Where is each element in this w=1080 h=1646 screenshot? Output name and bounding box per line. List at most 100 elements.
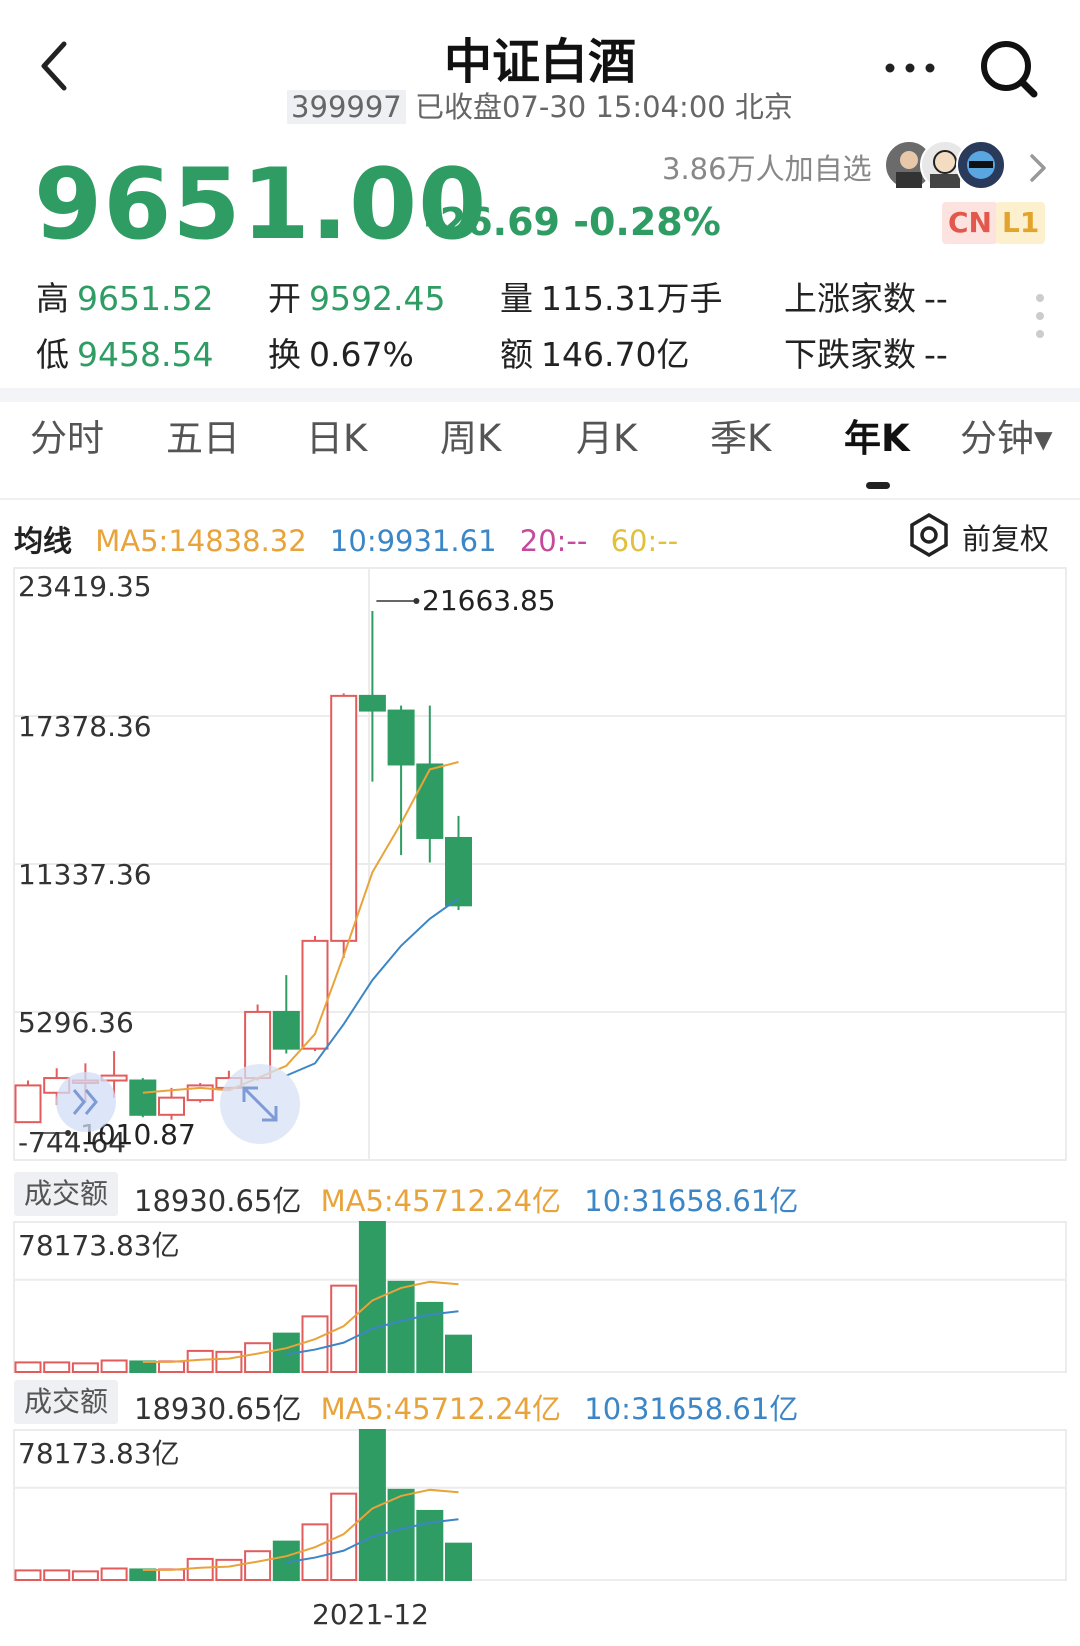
volume-bar: [100, 1567, 128, 1581]
avatar: [956, 140, 1006, 190]
volume-bar: [387, 1488, 415, 1582]
volume-label: 成交额: [14, 1380, 118, 1424]
stat-turnover-value: 0.67%: [309, 335, 414, 374]
x-axis-tick: 2021-12: [312, 1598, 429, 1631]
ma-label: 均线: [14, 524, 73, 558]
expand-icon: [242, 1086, 278, 1122]
volume-bar: [129, 1360, 157, 1374]
market-status: 已收盘07-30 15:04:00 北京: [414, 90, 793, 124]
stat-open-label: 开: [268, 279, 301, 318]
status-line: 399997 已收盘07-30 15:04:00 北京: [0, 84, 1080, 126]
tab-quarterly-k[interactable]: 季K: [710, 408, 771, 462]
change-percent: -0.28%: [573, 200, 721, 244]
change-value: -26.69: [424, 200, 560, 244]
volume-ma5: MA5:45712.24亿: [320, 1392, 562, 1426]
y-tick-label: 5296.36: [18, 1005, 134, 1039]
fullscreen-button[interactable]: [220, 1064, 300, 1144]
tab-yearly-k[interactable]: 年K: [844, 408, 910, 462]
volume-ma10: 10:31658.61亿: [584, 1184, 799, 1218]
volume-bar: [387, 1280, 415, 1374]
stat-up-count-label: 上涨家数: [784, 279, 916, 318]
stat-amount-label: 额: [500, 335, 533, 374]
volume-bar: [186, 1557, 214, 1581]
volume-bar: [215, 1558, 243, 1581]
tab-daily-k[interactable]: 日K: [306, 408, 367, 462]
chevron-right-icon[interactable]: [1024, 150, 1052, 186]
volume-bar: [445, 1334, 472, 1374]
ma10-line: [285, 897, 460, 1077]
candle-body: [186, 1084, 214, 1102]
ma-legend: 均线 MA5:14838.32 10:9931.61 20:-- 60:--: [14, 518, 678, 560]
stat-amount-value: 146.70亿: [541, 335, 690, 374]
adjust-label: 前复权: [962, 522, 1050, 556]
adjust-toggle[interactable]: 前复权: [906, 512, 1056, 558]
tab-weekly-k[interactable]: 周K: [440, 408, 501, 462]
stat-open-value: 9592.45: [309, 279, 446, 318]
volume-bar: [445, 1542, 472, 1582]
volume-bar: [71, 1570, 99, 1581]
stat-up-count: 上涨家数 --: [784, 272, 948, 320]
candle-body: [387, 709, 415, 766]
stat-low: 低 9458.54: [36, 328, 213, 376]
scroll-left-button[interactable]: [56, 1072, 116, 1132]
volume-ma10: 10:31658.61亿: [584, 1392, 799, 1426]
search-icon[interactable]: [976, 36, 1042, 102]
candle-body: [301, 939, 329, 1050]
tab-intraday[interactable]: 分时: [30, 408, 104, 462]
stat-volume-value: 115.31万手: [541, 279, 723, 318]
last-price: 9651.00: [34, 148, 488, 262]
volume-bar: [416, 1301, 444, 1374]
volume-bar: [100, 1359, 128, 1373]
stat-open: 开 9592.45: [268, 272, 445, 320]
candle-body: [445, 836, 472, 907]
stat-low-value: 9458.54: [77, 335, 214, 374]
tab-monthly-k[interactable]: 月K: [576, 408, 637, 462]
stat-down-count-value: --: [924, 335, 948, 374]
y-tick-label: 17378.36: [18, 709, 152, 743]
volume-bar: [272, 1332, 300, 1374]
followers-count[interactable]: 3.86万人加自选: [662, 146, 872, 188]
volume-bar: [272, 1540, 300, 1582]
l1-badge: L1: [996, 202, 1046, 244]
volume-bar: [416, 1509, 444, 1582]
candle-body: [272, 1010, 300, 1050]
volume-ma5: MA5:45712.24亿: [320, 1184, 562, 1218]
tabs-bottom-border: [0, 498, 1080, 500]
stat-high-value: 9651.52: [77, 279, 214, 318]
ma10-value: 10:9931.61: [329, 524, 497, 558]
volume-bar: [14, 1361, 42, 1374]
volume-bar: [301, 1315, 329, 1373]
ma20-value: 20:--: [519, 524, 588, 558]
stat-up-count-value: --: [924, 279, 948, 318]
tab-five-day[interactable]: 五日: [166, 408, 240, 462]
volume-value: 18930.65亿: [134, 1392, 302, 1426]
stat-down-count-label: 下跌家数: [784, 335, 916, 374]
volume-bar: [186, 1349, 214, 1373]
stat-volume: 量 115.31万手: [500, 272, 722, 320]
stat-down-count: 下跌家数 --: [784, 328, 948, 376]
section-divider: [0, 388, 1080, 402]
volume-bar: [158, 1360, 185, 1374]
stat-turnover-label: 换: [268, 335, 301, 374]
more-dots-icon[interactable]: [880, 56, 940, 80]
candle-body: [330, 694, 358, 942]
volume-ma10-line: [286, 1310, 459, 1356]
high-marker-dot: [413, 598, 420, 605]
chart-frame: [13, 567, 1067, 1161]
volume-max-label: 78173.83亿: [18, 1437, 180, 1470]
volume-bar: [330, 1284, 358, 1373]
vertical-dots-icon[interactable]: [1034, 292, 1046, 342]
candle-body: [129, 1079, 157, 1116]
double-chevron-right-icon: [72, 1089, 98, 1115]
active-tab-indicator: [866, 482, 890, 489]
volume-value: 18930.65亿: [134, 1184, 302, 1218]
price-change: -26.69 -0.28%: [424, 200, 721, 244]
y-tick-label: 11337.36: [18, 857, 152, 891]
volume-bar: [358, 1221, 386, 1373]
volume-bar: [301, 1523, 329, 1581]
candle-body: [14, 1084, 42, 1124]
stat-volume-label: 量: [500, 279, 533, 318]
volume-bar: [244, 1550, 272, 1582]
tab-minute[interactable]: 分钟▾: [960, 408, 1053, 462]
volume-ma5-line: [142, 1488, 459, 1572]
